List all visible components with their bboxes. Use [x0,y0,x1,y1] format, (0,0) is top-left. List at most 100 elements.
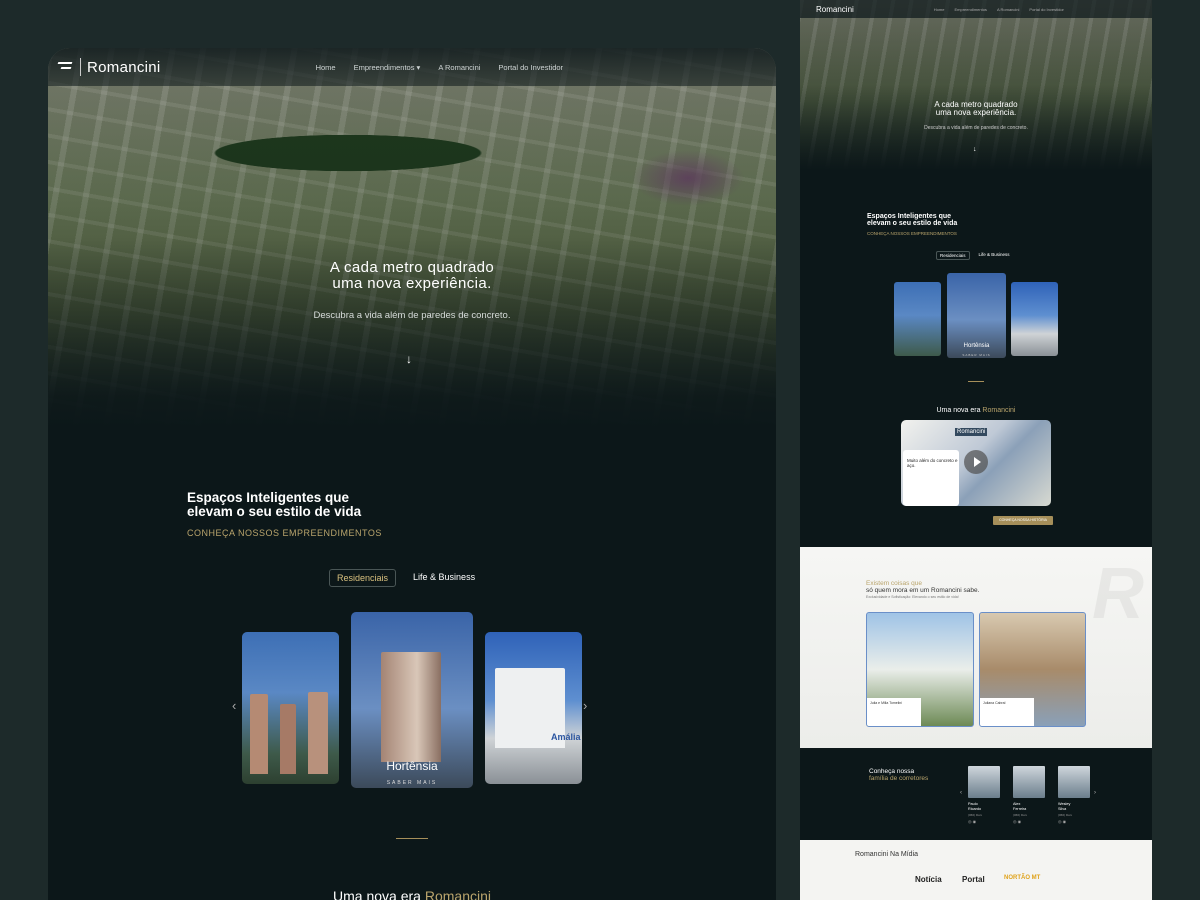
tab-residenciais[interactable]: Residenciais [329,569,397,587]
agent-card[interactable]: Wesley Silva (066) 9xxx ◎ ◉ [1058,766,1090,824]
avatar [968,766,1000,798]
media-logo[interactable]: Notícia [915,875,942,884]
arrow-down-icon[interactable]: ↓ [406,352,412,366]
media-logo[interactable]: Portal [962,875,985,884]
hero-title-line-2: uma nova experiência. [332,275,492,292]
hero-subtitle: Descubra a vida além de paredes de concr… [313,310,511,321]
main-menu: Home Empreendimentos ▾ A Romancini Porta… [316,63,563,72]
media-logo[interactable]: NORTÃO MT [1004,875,1040,881]
property-card-featured[interactable]: Hortênsia SABER MAIS [947,273,1006,358]
agents-title-line-1: Conheça nossa [869,768,915,775]
category-tabs: Residenciais Life & Business [329,569,482,587]
hero-subtitle-small: Descubra a vida além de paredes de concr… [924,125,1028,131]
brand-name-small[interactable]: Romancini [816,5,854,14]
testimonials-subtitle: Exclusividade e Sofisticação: Elevando o… [866,595,959,599]
agent-last-name: Ricardo [968,806,982,811]
testimonials-section: R Existem coisas que só quem mora em um … [800,547,1152,748]
chevron-down-icon: ▾ [416,62,421,72]
agent-name: Alex Ferreira [1013,802,1045,811]
saber-mais-link[interactable]: SABER MAIS [947,353,1006,357]
agent-card[interactable]: Alex Ferreira (066) 9xxx ◎ ◉ [1013,766,1045,824]
section-subtitle: CONHEÇA NOSSOS EMPREENDIMENTOS [187,528,382,538]
property-card[interactable] [242,632,339,784]
nav-home[interactable]: Home [316,63,336,72]
property-card[interactable] [1011,282,1058,356]
chevron-left-icon[interactable]: ‹ [232,698,236,713]
agent-last-name: Silva [1058,806,1067,811]
testimonials-title-line-2: só quem mora em um Romancini sabe. [866,587,980,594]
nav-home[interactable]: Home [934,7,945,12]
play-icon[interactable] [964,450,988,474]
chevron-left-icon[interactable]: ‹ [960,790,962,796]
arrow-down-icon[interactable]: ↓ [973,146,977,153]
era-brand: Romancini [424,888,491,900]
era-brand: Romancini [982,407,1016,414]
property-brand: Amália [551,732,581,742]
era-heading-small: Uma nova era Romancini [800,407,1152,414]
category-tabs-small: Residenciais Life & Business [936,251,1013,260]
section-subtitle-small: CONHEÇA NOSSOS EMPREENDIMENTOS [867,231,957,236]
section-title: Espaços Inteligentes que elevam o seu es… [187,491,447,519]
agent-name: Paulo Ricardo [968,802,1000,811]
hero-title-line-1: A cada metro quadrado [329,259,495,276]
tab-residenciais[interactable]: Residenciais [936,251,970,260]
instagram-whatsapp-icons[interactable]: ◎ ◉ [1013,819,1045,824]
testimonials-title-line-1: Existem coisas que [866,580,922,587]
nav-empreendimentos[interactable]: Empreendimentos [954,7,986,12]
hero-section [48,48,776,428]
hero-title-small: A cada metro quadrado uma nova experiênc… [800,101,1152,117]
instagram-whatsapp-icons[interactable]: ◎ ◉ [968,819,1000,824]
fullpage-preview: Romancini Home Empreendimentos A Romanci… [800,0,1152,900]
section-title-line-2: elevam o seu estilo de vida [867,220,958,227]
avatar [1058,766,1090,798]
nav-portal-investidor[interactable]: Portal do Investidor [498,63,563,72]
video-brand: Romancini [955,428,988,436]
hero-section-small [800,0,1152,170]
agent-last-name: Ferreira [1013,806,1027,811]
instagram-whatsapp-icons[interactable]: ◎ ◉ [1058,819,1090,824]
top-nav: Romancini Home Empreendimentos ▾ A Roman… [48,48,776,86]
property-name: Hortênsia [963,343,990,349]
testimonial-card[interactable]: Juliana Cabral [979,612,1086,727]
media-title: Romancini Na Mídia [855,851,919,858]
tab-life-business[interactable]: Life & Business [976,251,1013,260]
testimonial-caption: Julia e Milla Tomelini [867,698,921,726]
section-title-line-2: elevam o seu estilo de vida [187,504,362,519]
chevron-right-icon[interactable]: › [1094,790,1096,796]
era-prefix: Uma nova era [936,407,981,414]
era-prefix: Uma nova era [333,888,421,900]
r-watermark-icon: R [1092,554,1144,634]
video-card[interactable]: Romancini Muito além do concreto e aço. [901,420,1051,506]
property-card[interactable]: Amália [485,632,582,784]
logo-divider [80,58,81,76]
tab-life-business[interactable]: Life & Business [406,569,482,587]
brand-logo[interactable]: Romancini [58,58,161,76]
agent-phone: (066) 9xxx [1013,813,1028,817]
property-card-featured[interactable]: Hortênsia SABER MAIS [351,612,473,788]
carousel-indicator [396,838,428,839]
property-card[interactable] [894,282,941,356]
carousel-indicator [968,381,984,382]
nav-empreendimentos[interactable]: Empreendimentos ▾ [354,63,421,72]
property-name: Hortênsia [386,759,438,773]
top-nav-small: Romancini Home Empreendimentos A Romanci… [800,0,1152,18]
hero-title: A cada metro quadrado uma nova experiênc… [48,260,776,292]
video-caption-title: Muito além do concreto e aço. [907,458,958,468]
saber-mais-link[interactable]: SABER MAIS [351,780,473,786]
nav-portal-investidor[interactable]: Portal do Investidor [1029,7,1063,12]
video-caption-card: Muito além do concreto e aço. [903,450,959,506]
nav-a-romancini[interactable]: A Romancini [438,63,480,72]
agent-card[interactable]: Paulo Ricardo (066) 9xxx ◎ ◉ [968,766,1000,824]
logo-r-icon [58,60,74,74]
testimonial-card[interactable]: Julia e Milla Tomelini [866,612,974,727]
section-title-line-1: Espaços Inteligentes que [187,490,350,505]
main-menu-small: Home Empreendimentos A Romancini Portal … [934,7,1064,12]
desktop-preview: Romancini Home Empreendimentos ▾ A Roman… [48,48,776,900]
chevron-right-icon[interactable]: › [583,698,587,713]
agent-phone: (066) 9xxx [1058,813,1073,817]
agent-name: Wesley Silva [1058,802,1090,811]
agents-title-line-2: família de corretores [869,775,929,782]
history-button[interactable]: CONHEÇA NOSSA HISTÓRIA [993,516,1053,525]
nav-a-romancini[interactable]: A Romancini [997,7,1019,12]
hero-title-line-2: uma nova experiência. [935,108,1017,117]
